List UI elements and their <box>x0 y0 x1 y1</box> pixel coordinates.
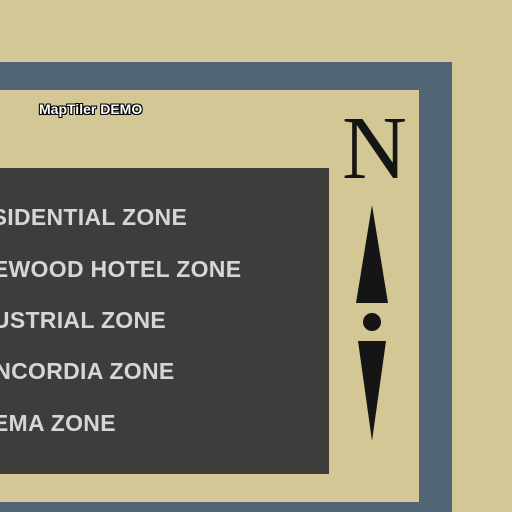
legend-zone-industrial: DUSTRIAL ZONE <box>0 307 167 333</box>
north-arrow-center-dot <box>363 313 381 331</box>
legend-zone-cinema: NEMA ZONE <box>0 410 116 436</box>
legend-zone-hotel: NEWOOD HOTEL ZONE <box>0 256 242 282</box>
north-arrow-upper-point <box>356 205 388 303</box>
maptiler-watermark: MapTiler DEMO <box>39 101 143 117</box>
map-view[interactable]: ESIDENTIAL ZONE NEWOOD HOTEL ZONE DUSTRI… <box>0 0 512 512</box>
north-arrow-icon <box>356 205 388 441</box>
north-label: N <box>342 99 407 198</box>
north-arrow-lower-point <box>358 341 386 441</box>
legend-zone-concordia: ONCORDIA ZONE <box>0 358 175 384</box>
legend-zone-residential: ESIDENTIAL ZONE <box>0 204 188 230</box>
